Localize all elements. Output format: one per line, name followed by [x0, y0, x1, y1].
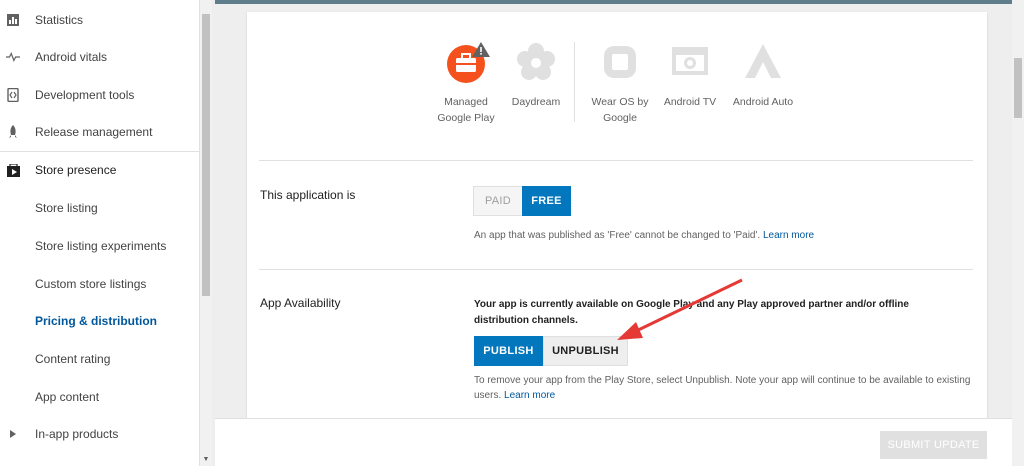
sidebar-item-in-app-products[interactable]: In-app products	[0, 415, 200, 453]
sidebar-item-custom-store-listings[interactable]: Custom store listings	[0, 265, 200, 303]
device-label: Google Play	[437, 112, 495, 124]
device-label: Managed	[444, 96, 488, 108]
device-label: Daydream	[511, 96, 561, 108]
sidebar-item-label: Android vitals	[35, 50, 108, 64]
availability-label: App Availability	[260, 296, 341, 310]
briefcase-icon	[446, 42, 490, 83]
sidebar-item-label: App content	[35, 390, 100, 404]
daydream-icon	[516, 42, 556, 82]
pricing-distribution-card: Managed Google Play Daydream Wear OS by …	[247, 12, 987, 422]
sidebar-item-label: In-app products	[35, 427, 119, 441]
rocket-icon	[6, 125, 20, 139]
submit-update-button[interactable]: SUBMIT UPDATE	[880, 431, 987, 459]
sidebar: Statistics Android vitals Development to…	[0, 0, 200, 466]
device-android-tv[interactable]: Android TV	[655, 42, 725, 110]
bar-chart-icon	[6, 13, 20, 27]
sidebar-item-label: Custom store listings	[35, 277, 147, 291]
header-bar	[215, 0, 1024, 4]
sidebar-item-label: Pricing & distribution	[35, 314, 157, 328]
auto-icon	[743, 42, 783, 82]
pricing-help-message: An app that was published as 'Free' cann…	[474, 230, 761, 241]
sidebar-item-label: Store presence	[35, 163, 117, 177]
sidebar-scrollbar-thumb[interactable]	[202, 14, 210, 296]
device-divider	[574, 42, 575, 122]
play-store-icon	[6, 163, 20, 177]
pricing-help-text: An app that was published as 'Free' cann…	[474, 228, 814, 243]
sidebar-item-label: Content rating	[35, 352, 111, 366]
main-scrollbar[interactable]	[1012, 0, 1024, 466]
main-scrollbar-thumb[interactable]	[1014, 58, 1022, 118]
availability-learn-more-link[interactable]: Learn more	[504, 390, 555, 401]
section-divider	[259, 160, 973, 161]
watch-icon	[600, 42, 640, 82]
sidebar-item-label: Store listing	[35, 201, 98, 215]
sidebar-item-label: Development tools	[35, 88, 135, 102]
device-label: Android Auto	[732, 96, 794, 108]
sidebar-item-content-rating[interactable]: Content rating	[0, 340, 200, 378]
pulse-icon	[6, 50, 20, 64]
scroll-down-arrow-icon[interactable]: ▼	[202, 456, 210, 464]
availability-help-text: To remove your app from the Play Store, …	[474, 373, 974, 403]
code-icon	[6, 88, 20, 102]
device-label: Android TV	[663, 96, 717, 108]
device-label: Google	[603, 112, 637, 124]
publish-button[interactable]: PUBLISH	[474, 336, 543, 366]
device-managed-google-play[interactable]: Managed Google Play	[431, 42, 501, 126]
sidebar-item-label: Statistics	[35, 13, 84, 27]
sidebar-item-label: Release management	[35, 125, 153, 139]
unpublish-button[interactable]: UNPUBLISH	[543, 336, 628, 366]
device-wear-os[interactable]: Wear OS by Google	[585, 42, 655, 126]
device-label: Wear OS by	[591, 96, 649, 108]
tv-icon	[670, 42, 710, 82]
sidebar-item-release-management[interactable]: Release management	[0, 113, 200, 151]
sidebar-item-store-listing-experiments[interactable]: Store listing experiments	[0, 227, 200, 265]
sidebar-item-development-tools[interactable]: Development tools	[0, 76, 200, 114]
device-android-auto[interactable]: Android Auto	[725, 42, 801, 110]
device-daydream[interactable]: Daydream	[501, 42, 571, 110]
bottom-action-bar: SUBMIT UPDATE	[215, 418, 1024, 466]
sidebar-item-statistics[interactable]: Statistics	[0, 1, 200, 39]
pricing-label: This application is	[260, 188, 356, 202]
paid-button[interactable]: PAID	[473, 186, 522, 216]
sidebar-item-label: Store listing experiments	[35, 239, 167, 253]
free-button[interactable]: FREE	[522, 186, 571, 216]
availability-status-text: Your app is currently available on Googl…	[474, 299, 909, 326]
sidebar-item-app-content[interactable]: App content	[0, 378, 200, 416]
sidebar-scrollbar[interactable]: ▼	[200, 0, 212, 466]
sidebar-item-store-presence[interactable]: Store presence	[0, 151, 200, 189]
section-divider	[259, 269, 973, 270]
pricing-learn-more-link[interactable]: Learn more	[763, 230, 814, 241]
triangle-right-icon	[6, 427, 20, 441]
sidebar-item-pricing-distribution[interactable]: Pricing & distribution	[0, 302, 200, 340]
sidebar-item-store-listing[interactable]: Store listing	[0, 189, 200, 227]
sidebar-item-android-vitals[interactable]: Android vitals	[0, 38, 200, 76]
